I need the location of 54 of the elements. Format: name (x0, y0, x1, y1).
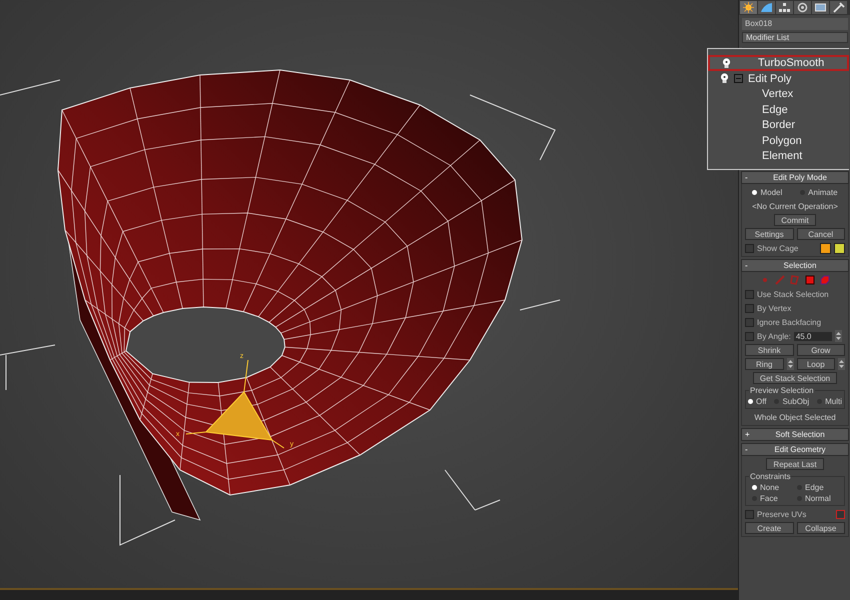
radio-option[interactable]: Model (752, 188, 782, 196)
panel-button[interactable]: Repeat Last (766, 458, 824, 470)
rollout-header[interactable]: - Selection (741, 259, 849, 272)
spinner-arrows-icon[interactable] (786, 358, 794, 370)
panel-button[interactable]: Settings (745, 228, 794, 240)
panel-button[interactable]: Commit (774, 214, 816, 226)
modifier-list-dropdown[interactable]: Modifier List (742, 32, 848, 43)
status-text: Whole Object Selected (754, 412, 836, 422)
radio-option[interactable]: None (752, 483, 797, 492)
sun-icon[interactable] (740, 1, 757, 14)
panel-button[interactable]: Get Stack Selection (752, 372, 838, 384)
spinner-arrows-icon[interactable] (838, 358, 845, 370)
checkbox[interactable]: Show Cage (745, 244, 798, 252)
panel-button[interactable]: Loop (796, 358, 835, 370)
spinner-arrows-icon[interactable] (835, 330, 842, 342)
object-name-field[interactable]: Box018 (742, 18, 848, 30)
checkbox[interactable]: By Angle: (745, 332, 791, 340)
lightbulb-icon[interactable] (722, 58, 731, 68)
rollout-header[interactable]: + Soft Selection (741, 428, 849, 441)
radio-option[interactable]: Face (752, 494, 797, 503)
stack-item[interactable]: TurboSmooth (708, 55, 849, 71)
checkbox[interactable]: Use Stack Selection (745, 290, 829, 298)
element-icon[interactable] (820, 275, 830, 285)
radio-option[interactable]: Off (748, 397, 767, 406)
radio-option[interactable]: Multi (817, 397, 842, 406)
status-text: <No Current Operation> (752, 202, 838, 210)
polygon-icon[interactable] (805, 275, 815, 285)
checkbox[interactable]: Preserve UVs (745, 510, 806, 518)
panel-button[interactable]: Create (745, 522, 794, 534)
radio-option[interactable]: Animate (800, 188, 838, 196)
radio-option[interactable]: Edge (797, 483, 842, 492)
panel-button[interactable]: Ring (745, 358, 784, 370)
hierarchy-icon[interactable] (776, 1, 793, 14)
radio-option[interactable]: Normal (797, 494, 842, 503)
panel-button[interactable]: Cancel (796, 228, 845, 240)
checkbox[interactable]: By Vertex (745, 304, 792, 312)
panel-button[interactable]: Grow (796, 344, 845, 356)
hammer-icon[interactable] (830, 1, 847, 14)
curve-icon[interactable] (758, 1, 775, 14)
color-swatch[interactable] (820, 242, 831, 254)
angle-field[interactable]: 45.0 (794, 332, 832, 340)
rollout-header[interactable]: - Edit Geometry (741, 443, 849, 456)
rollout-header[interactable]: - Edit Poly Mode (741, 171, 849, 184)
group-title: Preview Selection (749, 386, 815, 395)
radio-option[interactable]: SubObj (774, 397, 810, 406)
lightbulb-icon[interactable] (720, 73, 729, 84)
panel-button[interactable]: Collapse (796, 522, 845, 534)
panel-button[interactable]: Shrink (745, 344, 794, 356)
checkbox[interactable]: Ignore Backfacing (745, 318, 822, 326)
group-title: Constraints (749, 472, 792, 481)
monitor-icon[interactable] (812, 1, 829, 14)
settings-box-icon[interactable] (836, 510, 845, 518)
color-swatch[interactable] (834, 242, 845, 254)
collapse-icon[interactable] (734, 74, 743, 84)
